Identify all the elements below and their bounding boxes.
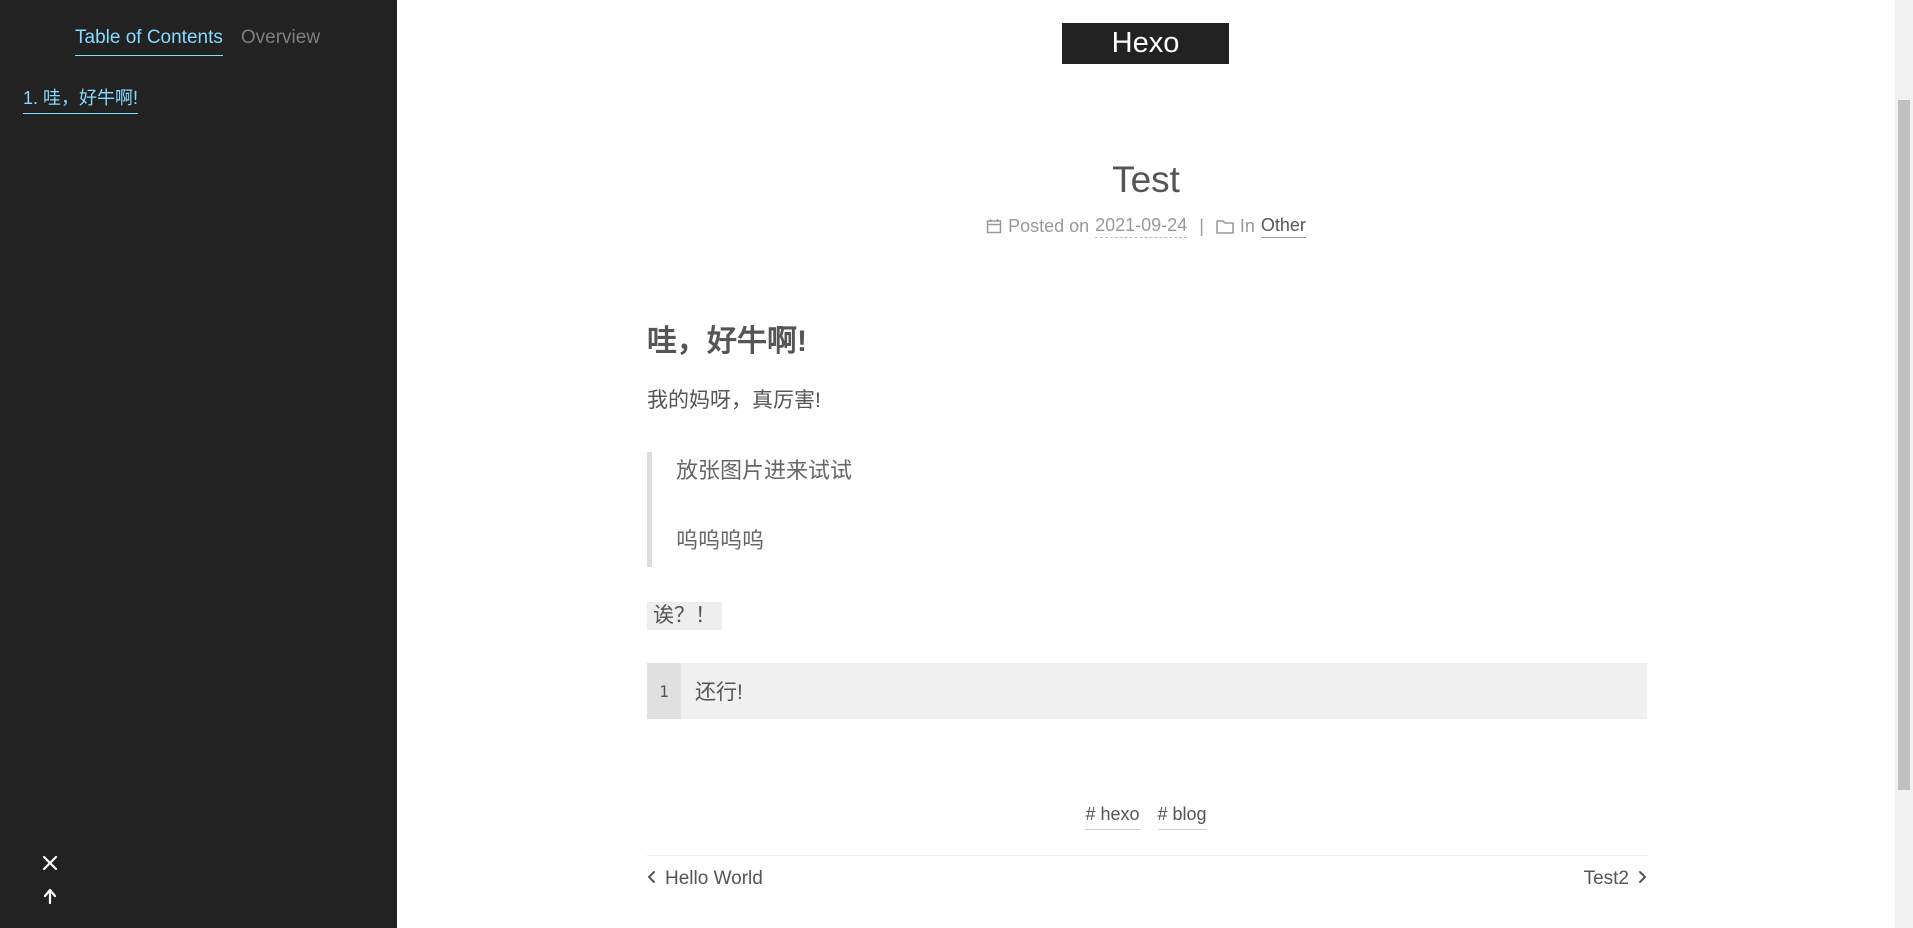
- arrow-up-icon: [43, 888, 57, 904]
- code-line: 还行!: [695, 681, 743, 704]
- tag-link[interactable]: # blog: [1157, 803, 1207, 831]
- site-brand[interactable]: Hexo: [1062, 23, 1229, 64]
- sidebar: Table of Contents Overview 1. 哇，好牛啊!: [0, 0, 397, 928]
- prev-post-label: Hello World: [665, 868, 763, 889]
- close-sidebar-button[interactable]: [38, 851, 62, 875]
- quote-line: 呜呜呜呜: [676, 528, 765, 553]
- main-content: Hexo Test Posted on 2021-09-24 | In Othe…: [397, 0, 1895, 928]
- toc-list: 1. 哇，好牛啊!: [23, 86, 139, 115]
- tab-table-of-contents[interactable]: Table of Contents: [75, 26, 223, 56]
- section-heading: 哇，好牛啊!: [647, 325, 807, 358]
- posted-on-label: Posted on: [1008, 215, 1090, 236]
- in-label: In: [1239, 215, 1255, 236]
- code-line-number: 1: [647, 663, 681, 719]
- post-tags: # hexo # blog: [397, 803, 1895, 831]
- chevron-left-icon: [647, 868, 657, 890]
- prev-post-link[interactable]: Hello World: [647, 868, 763, 890]
- paragraph: 我的妈呀，真厉害!: [647, 389, 821, 412]
- sidebar-tabs: Table of Contents Overview: [75, 26, 320, 56]
- category-link[interactable]: Other: [1260, 214, 1306, 239]
- post-date: 2021-09-24: [1095, 214, 1188, 239]
- scrollbar[interactable]: [1895, 0, 1913, 928]
- tag-link[interactable]: # hexo: [1085, 803, 1140, 831]
- inline-code: 诶？！: [647, 602, 722, 630]
- post-nav: Hello World Test2: [647, 868, 1647, 890]
- close-icon: [42, 855, 58, 871]
- post-meta: Posted on 2021-09-24 | In Other: [397, 214, 1895, 239]
- blockquote: 放张图片进来试试 呜呜呜呜: [647, 452, 1147, 567]
- post-title: Test: [1112, 159, 1180, 200]
- next-post-label: Test2: [1583, 868, 1629, 889]
- calendar-icon: [986, 218, 1002, 234]
- meta-separator: |: [1199, 215, 1204, 236]
- post-body: 哇，好牛啊! 我的妈呀，真厉害! 放张图片进来试试 呜呜呜呜 诶？！ 1 还行!: [647, 320, 1647, 719]
- quote-line: 放张图片进来试试: [676, 458, 853, 483]
- next-post-link[interactable]: Test2: [1584, 868, 1647, 890]
- code-block: 1 还行!: [647, 663, 1647, 719]
- folder-icon: [1216, 219, 1234, 234]
- scrollbar-thumb[interactable]: [1898, 100, 1910, 790]
- chevron-right-icon: [1637, 868, 1647, 890]
- tab-overview[interactable]: Overview: [241, 26, 320, 56]
- back-to-top-button[interactable]: [38, 884, 62, 908]
- toc-item[interactable]: 1. 哇，好牛啊!: [23, 86, 139, 115]
- divider: [647, 855, 1647, 856]
